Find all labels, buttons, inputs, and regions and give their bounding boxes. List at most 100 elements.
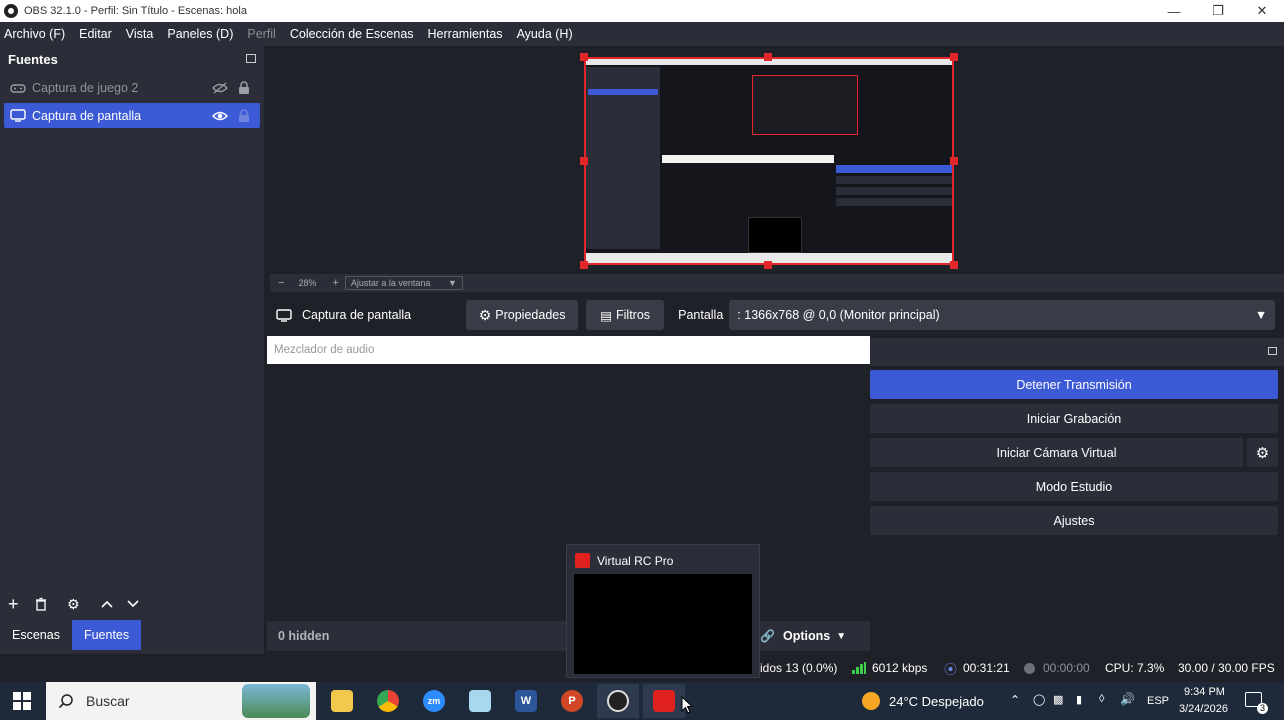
menu-ayuda[interactable]: Ayuda (H): [517, 27, 573, 41]
controls-panel-header: [870, 338, 1284, 366]
undock-icon[interactable]: [1268, 347, 1277, 355]
obs-taskbar-icon[interactable]: [607, 690, 629, 712]
chevron-down-icon[interactable]: [126, 599, 140, 609]
monitor-icon: [10, 109, 26, 122]
source-item-screen-capture[interactable]: Captura de pantalla: [4, 103, 260, 128]
chrome-icon[interactable]: [377, 690, 399, 712]
filters-button[interactable]: ▤ Filtros: [586, 300, 665, 330]
screen-select[interactable]: : 1366x768 @ 0,0 (Monitor principal) ▼: [729, 300, 1276, 330]
menu-editar[interactable]: Editar: [79, 27, 112, 41]
gamepad-icon: [10, 83, 26, 93]
trash-icon[interactable]: [35, 597, 47, 611]
weather-text[interactable]: 24°C Despejado: [889, 694, 984, 709]
menu-coleccion[interactable]: Colección de Escenas: [290, 27, 414, 41]
tray-chevron-icon[interactable]: ⌃: [1010, 693, 1020, 707]
menu-archivo[interactable]: Archivo (F): [4, 27, 65, 41]
virtual-rc-icon: [575, 553, 590, 568]
maximize-button[interactable]: ❐: [1196, 0, 1240, 22]
notification-badge: 3: [1257, 703, 1268, 714]
dropdown-arrow-icon: ▼: [836, 630, 847, 642]
properties-button[interactable]: ⚙ Propiedades: [466, 300, 579, 330]
camera-off-icon[interactable]: ▩: [1053, 693, 1063, 706]
studio-mode-button[interactable]: Modo Estudio: [870, 472, 1278, 501]
search-highlight-image: [242, 684, 310, 718]
resize-handle[interactable]: [580, 157, 588, 165]
windows-start-icon[interactable]: [13, 692, 31, 710]
eye-hidden-icon[interactable]: [212, 82, 228, 94]
popup-title: Virtual RC Pro: [597, 554, 674, 568]
options-button[interactable]: Options ▼: [783, 629, 846, 643]
virtual-rc-taskbar-icon[interactable]: [653, 690, 675, 712]
zoom-bar: − 28% + Ajustar a la ventana ▼: [270, 274, 1284, 292]
stream-time: 00:31:21: [963, 661, 1010, 675]
tab-sources[interactable]: Fuentes: [71, 620, 142, 650]
monitor-icon: [276, 308, 292, 322]
nested-popup: [748, 217, 802, 253]
hidden-count: 0 hidden: [278, 629, 330, 643]
menu-paneles[interactable]: Paneles (D): [167, 27, 233, 41]
taskbar-search[interactable]: Buscar: [46, 682, 316, 720]
weather-moon-icon[interactable]: [862, 692, 880, 710]
resize-handle[interactable]: [950, 261, 958, 269]
popup-preview[interactable]: [574, 574, 752, 674]
gear-icon[interactable]: ⚙: [67, 596, 80, 613]
language-indicator[interactable]: ESP: [1147, 695, 1169, 707]
notes-app-icon[interactable]: [469, 690, 491, 712]
cpu-usage: CPU: 7.3%: [1105, 661, 1165, 675]
search-icon: [58, 694, 73, 709]
dropdown-arrow-icon: ▼: [1254, 308, 1268, 322]
chevron-up-icon[interactable]: [100, 599, 114, 609]
lock-icon[interactable]: [238, 80, 250, 95]
resize-handle[interactable]: [764, 261, 772, 269]
minimize-button[interactable]: —: [1152, 0, 1196, 22]
nested-selected-item: [588, 89, 658, 95]
source-item-game-capture[interactable]: Captura de juego 2: [4, 75, 260, 100]
menu-herramientas[interactable]: Herramientas: [428, 27, 503, 41]
tray-app-icon[interactable]: ◯: [1033, 693, 1045, 706]
zoom-in-icon[interactable]: +: [332, 277, 338, 289]
battery-icon[interactable]: ▮: [1076, 693, 1082, 706]
file-explorer-icon[interactable]: [331, 690, 353, 712]
zoom-fit-select[interactable]: Ajustar a la ventana ▼: [344, 276, 463, 290]
zoom-app-icon[interactable]: zm: [423, 690, 445, 712]
menu-bar: Archivo (F) Editar Vista Paneles (D) Per…: [0, 22, 1284, 46]
nested-control-button: [836, 187, 952, 195]
resize-handle[interactable]: [950, 53, 958, 61]
zoom-fit-label: Ajustar a la ventana: [350, 278, 431, 288]
close-button[interactable]: ✕: [1240, 0, 1284, 22]
resize-handle[interactable]: [950, 157, 958, 165]
resize-handle[interactable]: [764, 53, 772, 61]
tab-scenes[interactable]: Escenas: [0, 620, 72, 650]
sources-panel: [0, 46, 264, 654]
eye-icon[interactable]: [212, 110, 228, 122]
undock-icon[interactable]: [246, 54, 256, 63]
zoom-out-icon[interactable]: −: [278, 277, 284, 289]
preview-screen-capture[interactable]: [584, 57, 954, 265]
resize-handle[interactable]: [580, 261, 588, 269]
clock-time[interactable]: 9:34 PM: [1184, 686, 1225, 698]
menu-vista[interactable]: Vista: [126, 27, 154, 41]
menu-perfil[interactable]: Perfil: [247, 27, 275, 41]
word-icon[interactable]: W: [515, 690, 537, 712]
title-bar: OBS 32.1.0 - Perfil: Sin Título - Escena…: [0, 0, 1284, 22]
virtualcam-settings-button[interactable]: ⚙: [1247, 438, 1278, 467]
fps: 30.00 / 30.00 FPS: [1178, 661, 1275, 675]
nested-mixer-header: [662, 155, 834, 163]
dropdown-arrow-icon: ▼: [447, 278, 457, 288]
lock-icon[interactable]: [238, 108, 250, 123]
link-icon[interactable]: 🔗: [760, 629, 775, 643]
wifi-icon[interactable]: ◊: [1099, 693, 1104, 705]
nested-preview: [752, 75, 858, 135]
settings-button[interactable]: Ajustes: [870, 506, 1278, 535]
volume-icon[interactable]: 🔊: [1120, 692, 1135, 706]
resize-handle[interactable]: [580, 53, 588, 61]
record-icon: [1024, 662, 1035, 674]
screen-select-value: : 1366x768 @ 0,0 (Monitor principal): [737, 308, 940, 322]
clock-date[interactable]: 3/24/2026: [1179, 703, 1228, 715]
stop-stream-button[interactable]: Detener Transmisión: [870, 370, 1278, 399]
start-virtualcam-button[interactable]: Iniciar Cámara Virtual: [870, 438, 1243, 467]
add-source-icon[interactable]: +: [8, 594, 19, 615]
audio-mixer-title: Mezclador de audio: [267, 336, 870, 364]
powerpoint-icon[interactable]: P: [561, 690, 583, 712]
start-recording-button[interactable]: Iniciar Grabación: [870, 404, 1278, 433]
